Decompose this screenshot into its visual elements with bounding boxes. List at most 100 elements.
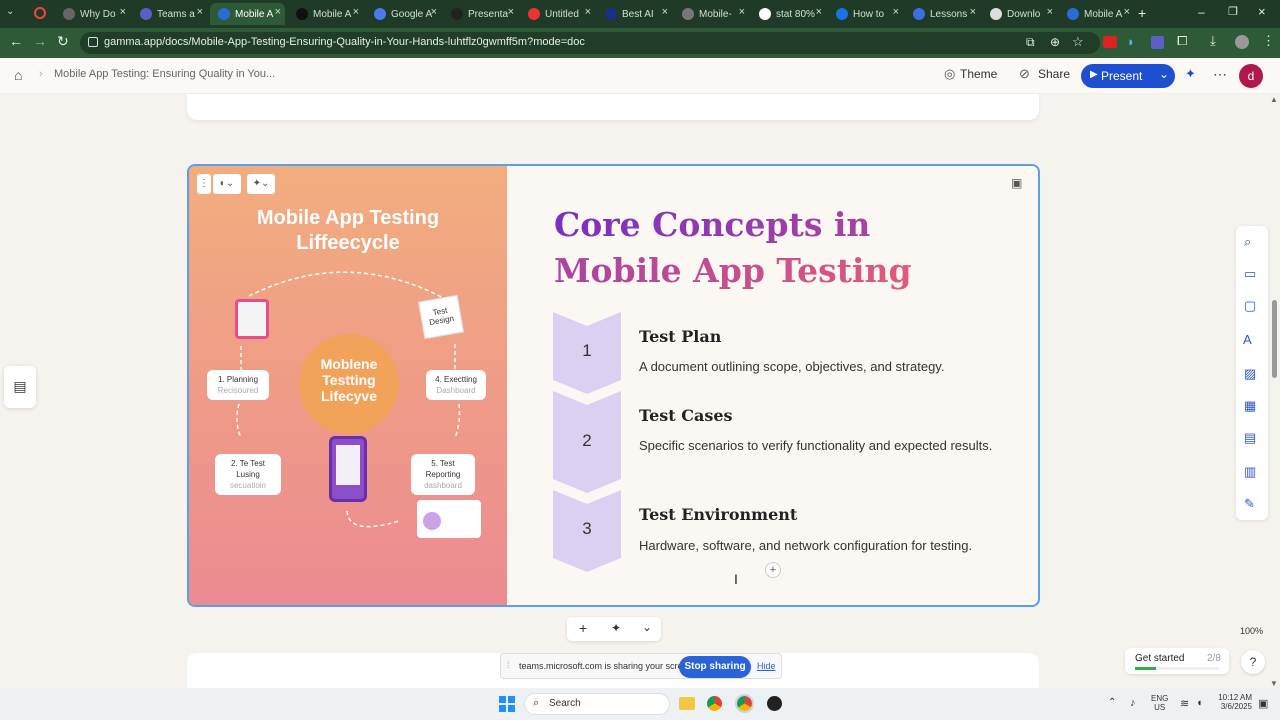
phone-icon xyxy=(329,436,367,502)
card-layout-icon[interactable]: ▣ xyxy=(1011,176,1022,190)
item-desc-2: Specific scenarios to verify functionali… xyxy=(639,438,993,453)
tab-3-active[interactable]: Mobile A × xyxy=(210,3,285,25)
scroll-down-icon[interactable]: ▼ xyxy=(1270,679,1278,688)
app-icon[interactable] xyxy=(767,696,782,711)
avatar[interactable]: d xyxy=(1239,64,1263,88)
chrome-icon[interactable] xyxy=(707,696,722,711)
tab-6[interactable]: Presenta × xyxy=(443,3,518,25)
add-card-icon[interactable]: ▭ xyxy=(1244,266,1256,282)
theme-button[interactable]: Theme xyxy=(960,67,997,81)
chrome-active-icon[interactable] xyxy=(735,694,754,713)
language-indicator[interactable]: ENG US xyxy=(1151,694,1168,712)
extension-teams-icon[interactable] xyxy=(1151,36,1164,49)
volume-icon[interactable]: ◖ xyxy=(1196,697,1203,709)
browser-menu-icon[interactable]: ⋮ xyxy=(1262,33,1275,49)
microphone-icon[interactable]: ♪ xyxy=(1130,697,1136,709)
tab-13[interactable]: Downlo × xyxy=(982,3,1057,25)
report-dashboard-icon xyxy=(417,500,481,538)
tab-2[interactable]: Teams a × xyxy=(132,3,207,25)
taskbar-search[interactable]: ⌕ Search xyxy=(524,693,670,715)
tab-5[interactable]: Google A × xyxy=(366,3,441,25)
more-options-icon[interactable]: ⋯ xyxy=(1213,66,1227,83)
add-card-button[interactable]: + xyxy=(579,620,587,636)
minimize-button[interactable]: – xyxy=(1198,5,1205,19)
extension-audio-icon[interactable]: ◗ xyxy=(1127,34,1135,49)
image-icon[interactable]: ▨ xyxy=(1244,366,1256,382)
present-button[interactable]: ▶ Present ⌄ xyxy=(1081,64,1175,88)
breadcrumb-chevron-icon: › xyxy=(39,68,43,80)
home-icon[interactable]: ⌂ xyxy=(14,67,22,83)
record-icon[interactable] xyxy=(34,7,46,19)
tab-11[interactable]: How to × xyxy=(828,3,903,25)
search-icon[interactable]: ⌕ xyxy=(1244,234,1251,250)
forward-icon[interactable]: → xyxy=(33,33,47,49)
progress-fill xyxy=(1135,667,1156,670)
get-started-widget[interactable]: Get started 2/8 xyxy=(1125,648,1229,674)
browser-tab-strip: ⌄ Why Do × Teams a × Mobile A × Mobile A × G… xyxy=(0,0,1280,28)
zoom-icon[interactable]: ⊕ xyxy=(1050,35,1060,49)
url-bar[interactable]: gamma.app/docs/Mobile-App-Testing-Ensuri… xyxy=(80,32,1100,54)
ai-card-icon[interactable]: ✦ xyxy=(611,621,621,635)
teams-icon xyxy=(140,8,152,20)
file-explorer-icon[interactable] xyxy=(679,697,695,710)
stop-sharing-button[interactable]: Stop sharing xyxy=(679,656,751,678)
drag-grip-icon[interactable]: ⁞ xyxy=(507,660,510,670)
tab-14[interactable]: Mobile A × xyxy=(1059,3,1134,25)
windows-start-icon[interactable] xyxy=(499,696,515,712)
tab-list-icon[interactable]: ⌄ xyxy=(6,6,20,20)
scrollbar-thumb[interactable] xyxy=(1272,300,1277,378)
card-outline-icon[interactable]: ▤ xyxy=(4,366,36,408)
url-text: gamma.app/docs/Mobile-App-Testing-Ensuri… xyxy=(104,36,585,48)
video-icon[interactable]: ▦ xyxy=(1244,398,1256,414)
clock[interactable]: 10:12 AM 3/6/2025 xyxy=(1216,693,1252,711)
downloads-icon[interactable]: ⤓ xyxy=(1210,33,1216,49)
tab-12[interactable]: Lessons × xyxy=(905,3,980,25)
ai-sparkle-icon[interactable]: ✦ xyxy=(1185,66,1196,82)
tab-4[interactable]: Mobile A × xyxy=(288,3,363,25)
layout-icon[interactable]: ▢ xyxy=(1244,298,1256,314)
site-info-icon[interactable] xyxy=(88,37,98,47)
item-number-3: 3 xyxy=(582,519,592,538)
back-icon[interactable]: ← xyxy=(9,33,23,49)
tab-10[interactable]: stat 80% × xyxy=(751,3,826,25)
notification-icon[interactable]: ▣ xyxy=(1258,697,1268,710)
chevron-down-icon[interactable]: ⌄ xyxy=(642,620,652,634)
download-icon xyxy=(990,8,1002,20)
right-tool-rail: ⌕ ▭ ▢ A ▨ ▦ ▤ ▥ ✎ xyxy=(1236,226,1268,520)
slide-card: ⋮ ◐⌄ ✦⌄ Mobile App Testing Liffeecycle Te… xyxy=(187,164,1040,607)
table-icon[interactable]: ▤ xyxy=(1244,430,1256,446)
extensions-puzzle-icon[interactable]: ⧠ xyxy=(1177,33,1187,49)
profile-icon[interactable] xyxy=(1235,35,1249,49)
tab-1[interactable]: Why Do × xyxy=(55,3,130,25)
share-button[interactable]: Share xyxy=(1038,67,1070,81)
text-icon[interactable]: A xyxy=(1243,332,1252,347)
extension-adblock-icon[interactable] xyxy=(1103,36,1117,48)
reload-icon[interactable]: ↻ xyxy=(57,33,69,50)
add-item-button[interactable]: + xyxy=(765,562,781,578)
scroll-up-icon[interactable]: ▲ xyxy=(1270,95,1278,104)
bookmark-star-icon[interactable]: ☆ xyxy=(1072,34,1084,50)
item-title-2: Test Cases xyxy=(639,406,733,425)
item-title-3: Test Environment xyxy=(639,505,798,524)
screen-share-bar: ⁞ teams.microsoft.com is sharing your sc… xyxy=(500,653,782,679)
tab-7[interactable]: Untitled × xyxy=(520,3,595,25)
tab-8[interactable]: Best AI × xyxy=(597,3,672,25)
new-tab-button[interactable]: + xyxy=(1138,5,1146,21)
tab-9[interactable]: Mobile- × xyxy=(674,3,749,25)
hide-link[interactable]: Hide xyxy=(757,661,776,671)
wifi-icon[interactable]: ≋ xyxy=(1180,697,1189,710)
gamma-icon xyxy=(1067,8,1079,20)
doc-title[interactable]: Mobile App Testing: Ensuring Quality in … xyxy=(54,68,275,80)
add-card-toolbar: + ✦ ⌄ xyxy=(567,617,661,641)
chevron-down-icon[interactable]: ⌄ xyxy=(1159,67,1169,81)
tray-chevron-icon[interactable]: ⌃ xyxy=(1108,697,1116,708)
item-number-1: 1 xyxy=(582,341,592,360)
chart-icon[interactable]: ▥ xyxy=(1244,464,1256,480)
edit-icon[interactable]: ✎ xyxy=(1244,496,1255,512)
gemini-icon xyxy=(374,8,386,20)
help-icon[interactable]: ? xyxy=(1241,650,1265,674)
zoom-level[interactable]: 100% xyxy=(1240,626,1263,636)
cast-icon[interactable]: ⧉ xyxy=(1026,35,1035,50)
restore-button[interactable]: ❐ xyxy=(1228,5,1238,18)
close-window-button[interactable]: × xyxy=(1258,4,1266,19)
